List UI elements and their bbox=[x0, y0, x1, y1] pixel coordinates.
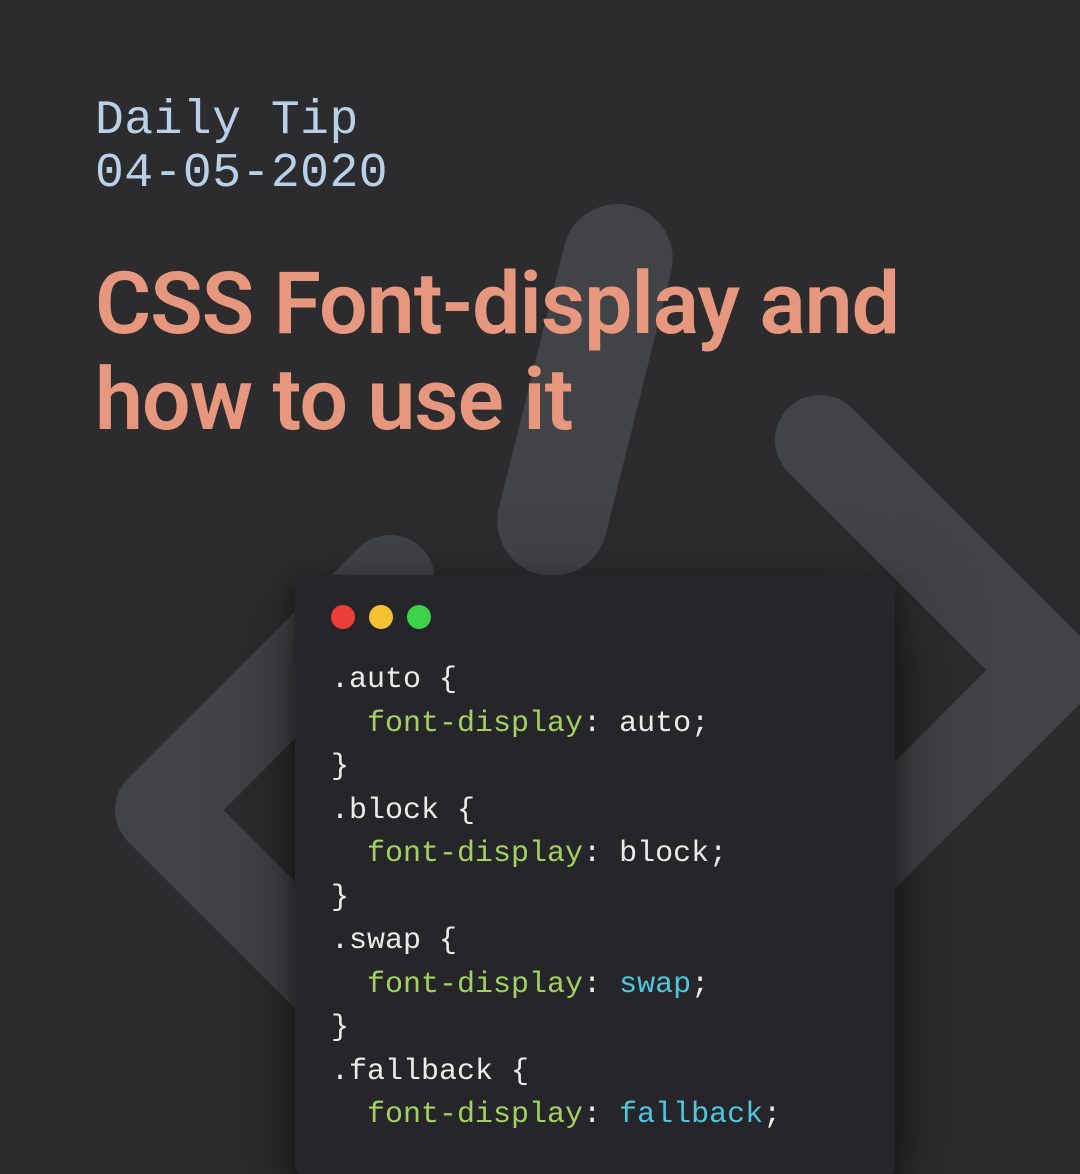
kicker-block: Daily Tip 04-05-2020 bbox=[95, 95, 985, 201]
code-window: .auto { font-display: auto; } .block { f… bbox=[295, 575, 895, 1174]
kicker-date: 04-05-2020 bbox=[95, 148, 985, 201]
zoom-icon bbox=[407, 605, 431, 629]
kicker-label: Daily Tip bbox=[95, 95, 985, 148]
close-icon bbox=[331, 605, 355, 629]
window-traffic-lights bbox=[331, 605, 859, 629]
minimize-icon bbox=[369, 605, 393, 629]
page-title: CSS Font-display and how to use it bbox=[95, 256, 985, 449]
code-snippet: .auto { font-display: auto; } .block { f… bbox=[331, 659, 859, 1138]
